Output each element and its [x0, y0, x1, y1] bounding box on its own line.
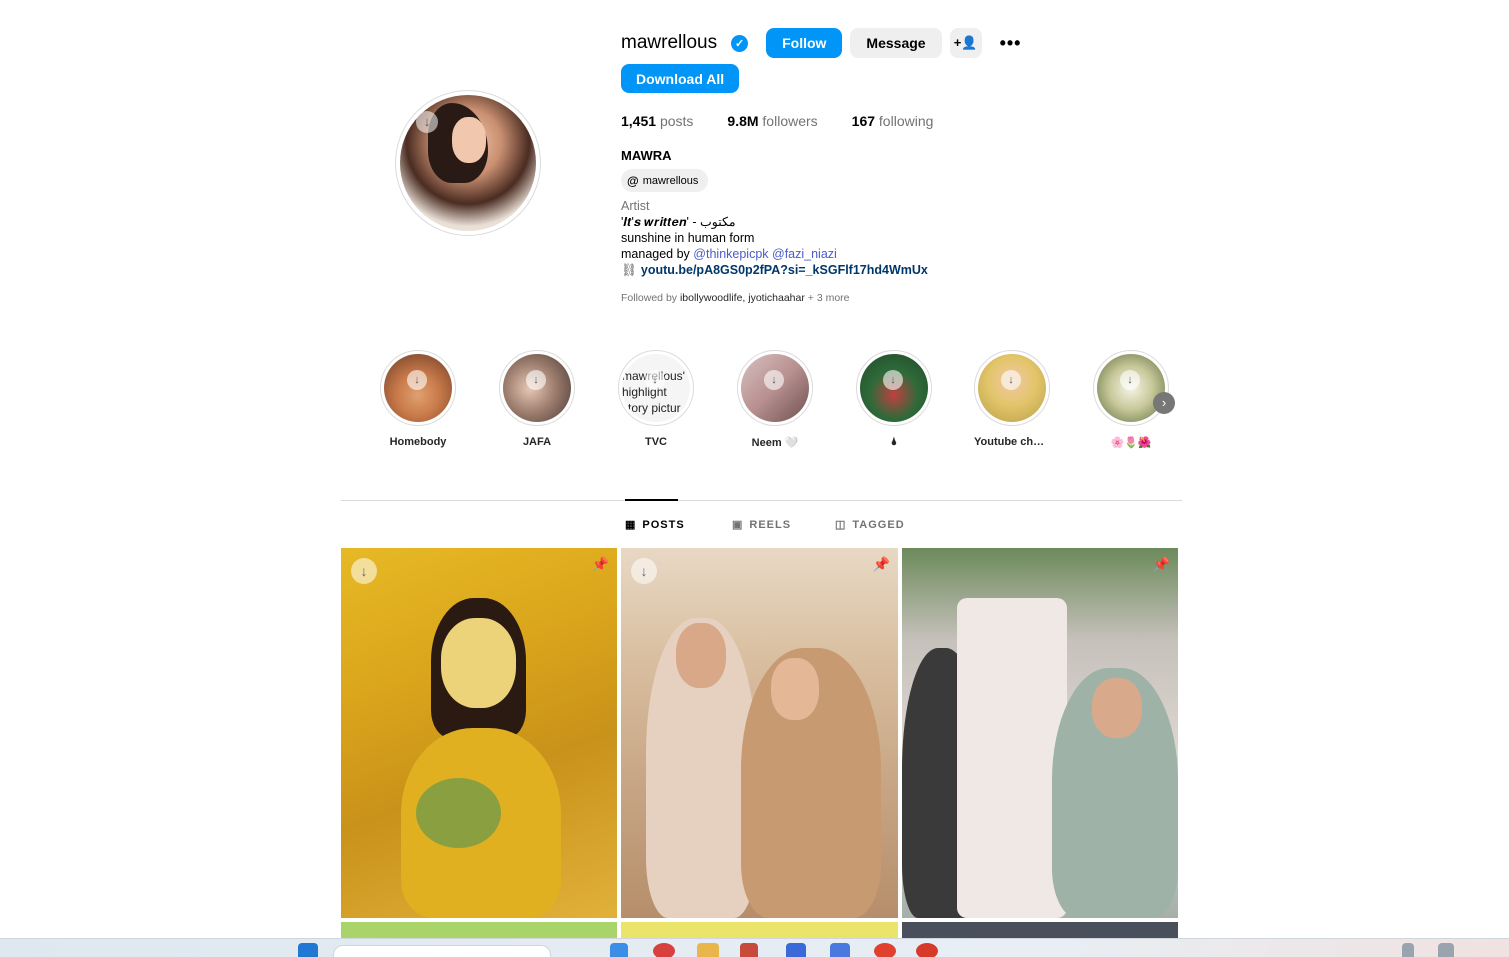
- tagged-icon: ◫: [835, 519, 847, 531]
- chrome-icon[interactable]: [916, 943, 938, 957]
- highlight-item[interactable]: ↓ Homebody: [380, 350, 456, 448]
- post-thumbnail[interactable]: ↓ 📌: [341, 548, 617, 918]
- followers-stat[interactable]: 9.8M followers: [727, 113, 817, 129]
- username: mawrellous: [621, 32, 718, 53]
- profile-stats: 1,451 posts 9.8M followers 167 following: [621, 113, 933, 129]
- download-icon[interactable]: ↓: [407, 370, 427, 390]
- tabs-divider: [341, 500, 1182, 501]
- instagram-profile-page: ↓ mawrellous ✓ Follow Message +👤 ••• Dow…: [0, 0, 1509, 938]
- tab-tagged[interactable]: ◫ TAGGED: [835, 518, 905, 532]
- language-icon[interactable]: [1402, 943, 1414, 957]
- app-icon[interactable]: [830, 943, 850, 957]
- download-icon[interactable]: ↓: [1120, 370, 1140, 390]
- app-icon[interactable]: [653, 943, 675, 957]
- taskbar-search-input[interactable]: [333, 945, 551, 957]
- windows-start-icon[interactable]: [298, 943, 318, 957]
- post-thumbnail[interactable]: [902, 922, 1178, 938]
- download-icon[interactable]: ↓: [526, 370, 546, 390]
- message-button[interactable]: Message: [850, 28, 942, 58]
- post-thumbnail[interactable]: 📌: [902, 548, 1178, 918]
- app-icon[interactable]: [874, 943, 896, 957]
- more-options-icon[interactable]: •••: [1000, 33, 1022, 54]
- os-taskbar: [0, 938, 1509, 957]
- pin-icon: 📌: [591, 556, 609, 572]
- chevron-right-icon[interactable]: ›: [1153, 392, 1175, 414]
- active-tab-indicator: [625, 499, 678, 501]
- download-icon[interactable]: ↓: [645, 370, 665, 390]
- download-all-button[interactable]: Download All: [621, 64, 740, 93]
- highlight-item[interactable]: ↓ Neem 🤍: [737, 350, 813, 449]
- category-label: Artist: [621, 199, 650, 213]
- mention-link[interactable]: @fazi_niazi: [772, 247, 837, 261]
- app-icon[interactable]: [740, 943, 758, 957]
- threads-icon: @: [627, 173, 639, 188]
- add-person-icon: +👤: [953, 35, 978, 50]
- following-stat[interactable]: 167 following: [852, 113, 934, 129]
- download-icon[interactable]: ↓: [631, 558, 657, 584]
- post-thumbnail[interactable]: [621, 922, 898, 938]
- verified-badge-icon: ✓: [731, 34, 749, 52]
- bio-managed-line: managed by @thinkepicpk @fazi_niazi: [621, 247, 837, 261]
- highlight-item[interactable]: ↓ JAFA: [499, 350, 575, 448]
- download-icon[interactable]: ↓: [883, 370, 903, 390]
- follow-button[interactable]: Follow: [766, 28, 843, 58]
- highlight-item[interactable]: ↓ 🌢: [856, 350, 932, 449]
- tab-posts[interactable]: ▦ POSTS: [625, 518, 685, 532]
- threads-link[interactable]: @ mawrellous: [621, 169, 709, 192]
- avatar[interactable]: ↓: [400, 95, 536, 231]
- pin-icon: 📌: [872, 556, 890, 572]
- profile-avatar-ring[interactable]: ↓: [395, 90, 541, 236]
- grid-icon: ▦: [625, 519, 637, 531]
- highlight-item[interactable]: mawrellous' highlight story pictur↓ TVC: [618, 350, 694, 448]
- posts-stat: 1,451 posts: [621, 113, 694, 129]
- followed-by[interactable]: Followed by ibollywoodlife, jyotichaahar…: [621, 292, 850, 304]
- link-icon: ⛓: [621, 263, 637, 277]
- pin-icon: 📌: [1152, 556, 1170, 572]
- bio: Artist '𝑰𝒕'𝒔 𝒘𝒓𝒊𝒕𝒕𝒆𝒏' - مکتوب sunshine i…: [621, 198, 928, 278]
- full-name: MAWRA: [621, 148, 672, 163]
- system-tray-icon[interactable]: [1438, 943, 1454, 957]
- download-icon[interactable]: ↓: [1001, 370, 1021, 390]
- folder-icon[interactable]: [697, 943, 719, 957]
- post-thumbnail[interactable]: [341, 922, 617, 938]
- tab-reels[interactable]: ▣ REELS: [732, 518, 791, 532]
- download-icon[interactable]: ↓: [351, 558, 377, 584]
- profile-header-row: mawrellous ✓ Follow Message +👤 •••: [621, 28, 1021, 58]
- mention-link[interactable]: @thinkepicpk: [693, 247, 768, 261]
- app-icon[interactable]: [610, 943, 628, 957]
- post-thumbnail[interactable]: ↓ 📌: [621, 548, 898, 918]
- download-icon[interactable]: ↓: [416, 111, 438, 133]
- download-icon[interactable]: ↓: [764, 370, 784, 390]
- bio-line: sunshine in human form: [621, 231, 755, 245]
- reels-icon: ▣: [732, 519, 744, 531]
- suggested-users-button[interactable]: +👤: [949, 28, 982, 58]
- external-link-row[interactable]: ⛓ youtu.be/pA8GS0p2fPA?si=_kSGFlf17hd4WmU…: [621, 262, 928, 278]
- bio-line: '𝑰𝒕'𝒔 𝒘𝒓𝒊𝒕𝒕𝒆𝒏' - مکتوب: [621, 215, 736, 229]
- highlight-item[interactable]: ↓ Youtube chan...: [974, 350, 1050, 448]
- external-link[interactable]: youtu.be/pA8GS0p2fPA?si=_kSGFlf17hd4WmUx: [641, 263, 928, 277]
- calendar-icon[interactable]: [786, 943, 806, 957]
